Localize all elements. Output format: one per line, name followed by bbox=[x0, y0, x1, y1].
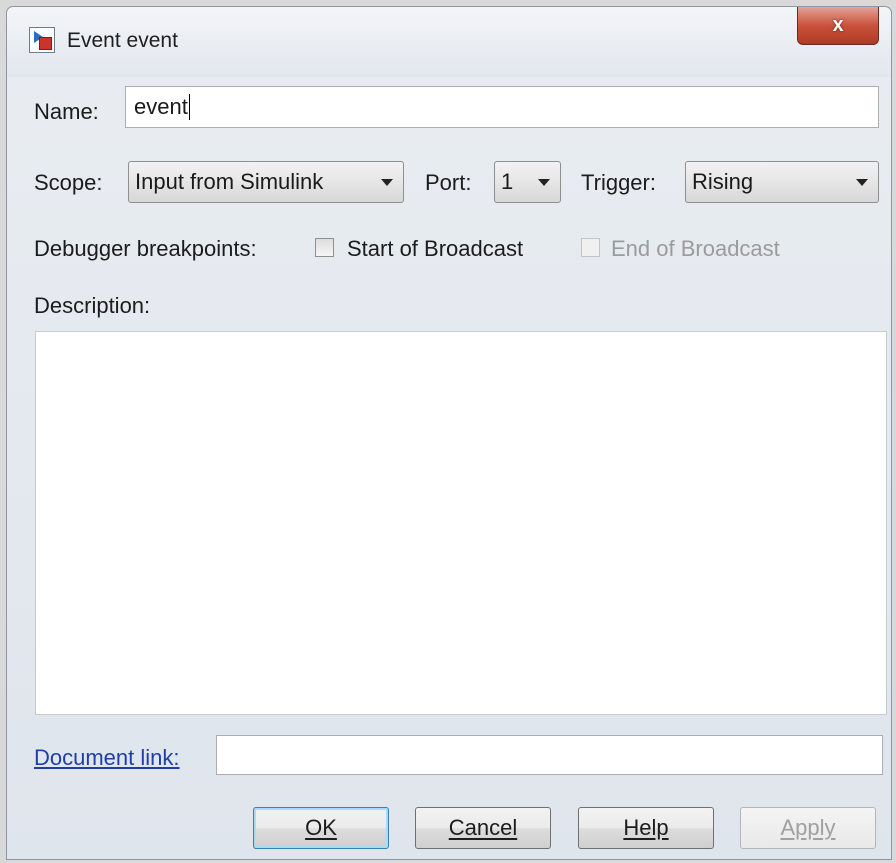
chevron-down-icon bbox=[538, 179, 550, 186]
start-of-broadcast-checkbox[interactable] bbox=[315, 238, 334, 257]
name-label: Name: bbox=[34, 99, 99, 124]
help-button-label: Help bbox=[623, 815, 669, 840]
trigger-selected-value: Rising bbox=[692, 169, 754, 194]
scope-dropdown[interactable]: Input from Simulink bbox=[128, 161, 404, 203]
start-of-broadcast-label[interactable]: Start of Broadcast bbox=[347, 236, 523, 262]
title-bar[interactable]: Event event x bbox=[7, 7, 891, 77]
chevron-down-icon bbox=[381, 179, 393, 186]
event-dialog: Event event x Name: event Scope: Input f… bbox=[6, 6, 892, 860]
trigger-dropdown[interactable]: Rising bbox=[685, 161, 879, 203]
apply-button-label: Apply bbox=[780, 815, 836, 840]
document-link-label[interactable]: Document link: bbox=[34, 745, 180, 771]
close-button[interactable]: x bbox=[797, 7, 879, 45]
help-button[interactable]: Help bbox=[578, 807, 714, 849]
end-of-broadcast-checkbox[interactable] bbox=[581, 238, 600, 257]
chevron-down-icon bbox=[856, 179, 868, 186]
end-of-broadcast-label: End of Broadcast bbox=[611, 236, 780, 261]
trigger-label: Trigger: bbox=[581, 170, 656, 195]
name-input[interactable]: event bbox=[125, 86, 879, 128]
window-title: Event event bbox=[67, 29, 178, 52]
cancel-button[interactable]: Cancel bbox=[415, 807, 551, 849]
description-label: Description: bbox=[34, 293, 151, 318]
debugger-breakpoints-label: Debugger breakpoints: bbox=[34, 236, 257, 261]
port-selected-value: 1 bbox=[501, 169, 514, 194]
apply-button[interactable]: Apply bbox=[740, 807, 876, 849]
description-textarea[interactable] bbox=[35, 331, 887, 715]
ok-button[interactable]: OK bbox=[253, 807, 389, 849]
scope-selected-value: Input from Simulink bbox=[135, 169, 324, 194]
cancel-button-label: Cancel bbox=[448, 815, 518, 840]
scope-label: Scope: bbox=[34, 170, 103, 195]
port-label: Port: bbox=[425, 170, 472, 195]
stateflow-app-icon bbox=[29, 27, 55, 53]
document-link-input[interactable] bbox=[216, 735, 883, 775]
close-icon: x bbox=[832, 14, 844, 36]
name-input-value: event bbox=[134, 94, 188, 119]
port-dropdown[interactable]: 1 bbox=[494, 161, 561, 203]
ok-button-label: OK bbox=[305, 815, 337, 840]
